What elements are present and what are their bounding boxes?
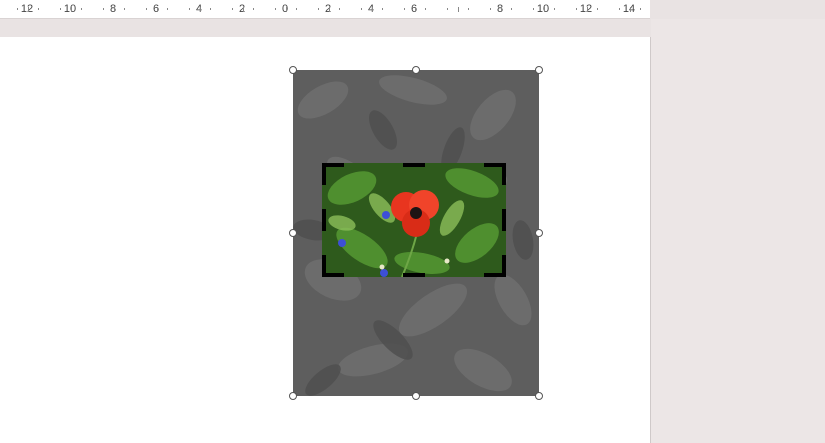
- ruler-tick: [167, 8, 169, 10]
- ruler-tick: [274, 8, 276, 10]
- ruler-tick: [231, 8, 233, 10]
- ruler-tick: [532, 8, 534, 10]
- ruler-tick: [199, 6, 201, 12]
- ruler-tick: [328, 6, 330, 12]
- ruler-tick: [554, 8, 556, 10]
- resize-handle-top-right[interactable]: [535, 66, 543, 74]
- ruler-tick: [16, 8, 18, 10]
- ruler-tick: [59, 8, 61, 10]
- ruler-tick: [360, 8, 362, 10]
- crop-corner-handle[interactable]: [502, 255, 506, 277]
- ruler-tick: [511, 8, 513, 10]
- ruler-tick: [457, 6, 459, 12]
- ruler-tick: [102, 8, 104, 10]
- crop-corner-handle[interactable]: [502, 163, 506, 185]
- ruler-tick: [339, 8, 341, 10]
- ruler-tick: [586, 6, 588, 12]
- ruler-tick: [145, 8, 147, 10]
- crop-side-handle[interactable]: [322, 209, 326, 231]
- crop-corner-handle[interactable]: [322, 255, 326, 277]
- ruler-tick: [629, 6, 631, 12]
- resize-handle-top[interactable]: [412, 66, 420, 74]
- resize-handle-right[interactable]: [535, 229, 543, 237]
- ruler-tick: [156, 6, 158, 12]
- ruler-tick: [253, 8, 255, 10]
- ruler-tick: [403, 8, 405, 10]
- ruler-tick: [188, 8, 190, 10]
- crop-corner-handle[interactable]: [322, 163, 326, 185]
- ruler-tick: [124, 8, 126, 10]
- ruler-tick: [371, 6, 373, 12]
- poppy-flower-image: [322, 163, 506, 277]
- ruler-tick: [575, 8, 577, 10]
- ruler-tick: [500, 6, 502, 12]
- resize-handle-bottom-right[interactable]: [535, 392, 543, 400]
- ruler-tick: [597, 8, 599, 10]
- side-pane: [651, 19, 825, 443]
- ruler-tick: [382, 8, 384, 10]
- resize-handle-bottom[interactable]: [412, 392, 420, 400]
- ruler-tick: [27, 6, 29, 12]
- crop-side-handle[interactable]: [502, 209, 506, 231]
- ruler-tick: [446, 8, 448, 10]
- ruler-tick: [81, 8, 83, 10]
- ruler-tick: [317, 8, 319, 10]
- ruler-tick: [618, 8, 620, 10]
- ruler-tick: [640, 8, 642, 10]
- ruler-tick: [425, 8, 427, 10]
- resize-handle-top-left[interactable]: [289, 66, 297, 74]
- crop-region[interactable]: [322, 163, 506, 277]
- ruler-tick: [468, 8, 470, 10]
- ruler-tick: [414, 6, 416, 12]
- ruler-tick: [70, 6, 72, 12]
- ruler-tick: [489, 8, 491, 10]
- ruler-tick: [242, 6, 244, 12]
- ruler-tick: [38, 8, 40, 10]
- crop-side-handle[interactable]: [403, 163, 425, 167]
- crop-side-handle[interactable]: [403, 273, 425, 277]
- ruler-tick: [285, 6, 287, 12]
- horizontal-ruler: 12 10 8 6 4 2 0 2 4 6 8 10 12 14: [0, 0, 650, 19]
- ruler-tick: [543, 6, 545, 12]
- ruler-tick: [210, 8, 212, 10]
- resize-handle-bottom-left[interactable]: [289, 392, 297, 400]
- resize-handle-left[interactable]: [289, 229, 297, 237]
- ruler-tick: [113, 6, 115, 12]
- ruler-tick: [296, 8, 298, 10]
